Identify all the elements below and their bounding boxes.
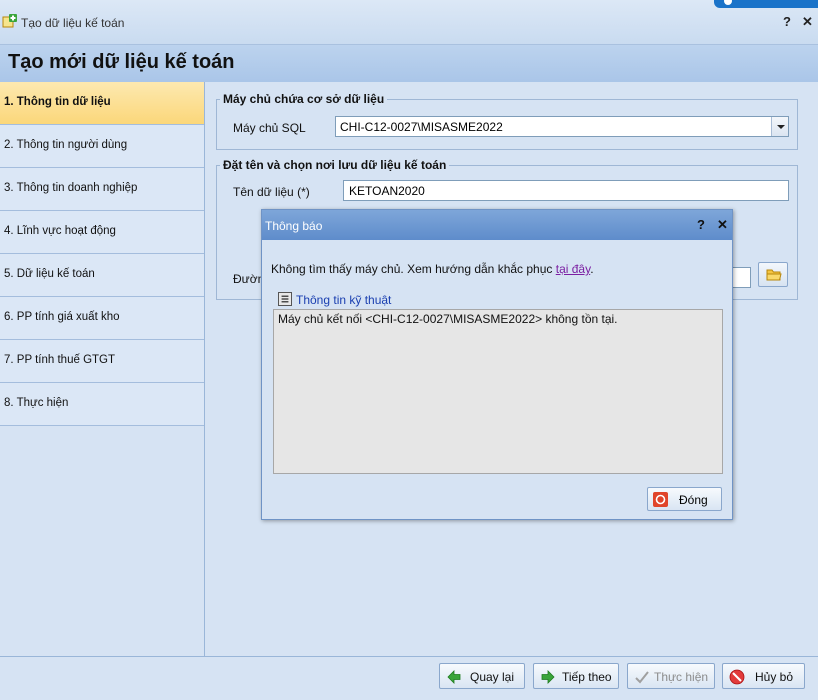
- checkmark-icon: [635, 671, 649, 684]
- footer-bar: Quay lại Tiếp theo Thực hiện Hủy bỏ: [0, 656, 818, 700]
- cancel-icon: [729, 669, 745, 685]
- page-title: Tạo mới dữ liệu kế toán: [8, 51, 235, 73]
- next-button[interactable]: Tiếp theo: [533, 663, 619, 689]
- folder-icon: [766, 269, 782, 281]
- page-header: Tạo mới dữ liệu kế toán: [0, 45, 818, 85]
- notification-dialog: Thông báo ? ✕ Không tìm thấy máy chủ. Xe…: [261, 209, 733, 520]
- execute-label: Thực hiện: [654, 670, 709, 684]
- close-office-icon: [653, 492, 668, 507]
- data-name-input[interactable]: KETOAN2020: [343, 180, 789, 201]
- arrow-left-icon: [447, 670, 461, 684]
- next-label: Tiếp theo: [562, 670, 612, 684]
- sidebar-item-thong-tin-du-lieu[interactable]: 1. Thông tin dữ liệu: [0, 82, 204, 125]
- collapse-toggle-icon: [278, 292, 292, 306]
- sidebar-item-thuc-hien[interactable]: 8. Thực hiện: [0, 383, 204, 426]
- sidebar-item-thong-tin-nguoi-dung[interactable]: 2. Thông tin người dùng: [0, 125, 204, 168]
- corner-tab: [714, 0, 818, 8]
- chevron-down-icon[interactable]: [771, 117, 788, 136]
- tech-info-detail: Máy chủ kết nối <CHI-C12-0027\MISASME202…: [278, 312, 618, 326]
- sidebar-item-pp-tinh-thue-gtgt[interactable]: 7. PP tính thuế GTGT: [0, 340, 204, 383]
- dialog-titlebar: Thông báo ? ✕: [262, 210, 732, 240]
- back-button[interactable]: Quay lại: [439, 663, 525, 689]
- sql-server-label: Máy chủ SQL: [233, 121, 306, 135]
- sidebar-item-pp-tinh-gia-xuat-kho[interactable]: 6. PP tính giá xuất kho: [0, 297, 204, 340]
- server-group-legend: Máy chủ chứa cơ sở dữ liệu: [223, 92, 385, 106]
- execute-button[interactable]: Thực hiện: [627, 663, 715, 689]
- help-link[interactable]: tại đây: [556, 262, 590, 276]
- data-name-label: Tên dữ liệu (*): [233, 185, 310, 199]
- window-close-button[interactable]: ✕: [802, 14, 813, 30]
- back-label: Quay lại: [470, 670, 515, 684]
- add-database-icon: [2, 14, 17, 28]
- naming-group-legend: Đặt tên và chọn nơi lưu dữ liệu kế toán: [223, 158, 447, 172]
- cancel-button[interactable]: Hủy bỏ: [722, 663, 805, 689]
- tech-info-label: Thông tin kỹ thuật: [296, 293, 392, 307]
- sidebar-item-linh-vuc-hoat-dong[interactable]: 4. Lĩnh vực hoạt động: [0, 211, 204, 254]
- arrow-right-icon: [541, 670, 555, 684]
- window-help-button[interactable]: ?: [783, 14, 791, 29]
- window-titlebar: Tạo dữ liệu kế toán ? ✕: [0, 0, 818, 45]
- sql-server-value: CHI-C12-0027\MISASME2022: [340, 120, 503, 134]
- sql-server-select[interactable]: CHI-C12-0027\MISASME2022: [335, 116, 789, 137]
- status-dot-icon: [722, 0, 734, 7]
- cancel-label: Hủy bỏ: [755, 670, 794, 684]
- dialog-help-button[interactable]: ?: [697, 217, 705, 232]
- tech-info-textarea[interactable]: Máy chủ kết nối <CHI-C12-0027\MISASME202…: [273, 309, 723, 474]
- dialog-message-end: .: [590, 262, 594, 276]
- dialog-message: Không tìm thấy máy chủ. Xem hướng dẫn kh…: [271, 262, 594, 276]
- step-sidebar: 1. Thông tin dữ liệu 2. Thông tin người …: [0, 82, 205, 426]
- dialog-message-text: Không tìm thấy máy chủ. Xem hướng dẫn kh…: [271, 262, 556, 276]
- sidebar-empty-area: [0, 426, 205, 656]
- dialog-dong-button[interactable]: Đóng: [647, 487, 722, 511]
- dialog-title: Thông báo: [265, 219, 323, 233]
- browse-folder-button[interactable]: [758, 262, 788, 287]
- dialog-close-button[interactable]: ✕: [717, 217, 728, 233]
- window-title: Tạo dữ liệu kế toán: [21, 16, 125, 30]
- data-name-value: KETOAN2020: [349, 184, 425, 198]
- sidebar-item-thong-tin-doanh-nghiep[interactable]: 3. Thông tin doanh nghiệp: [0, 168, 204, 211]
- dialog-dong-label: Đóng: [679, 493, 708, 507]
- sidebar-item-du-lieu-ke-toan[interactable]: 5. Dữ liệu kế toán: [0, 254, 204, 297]
